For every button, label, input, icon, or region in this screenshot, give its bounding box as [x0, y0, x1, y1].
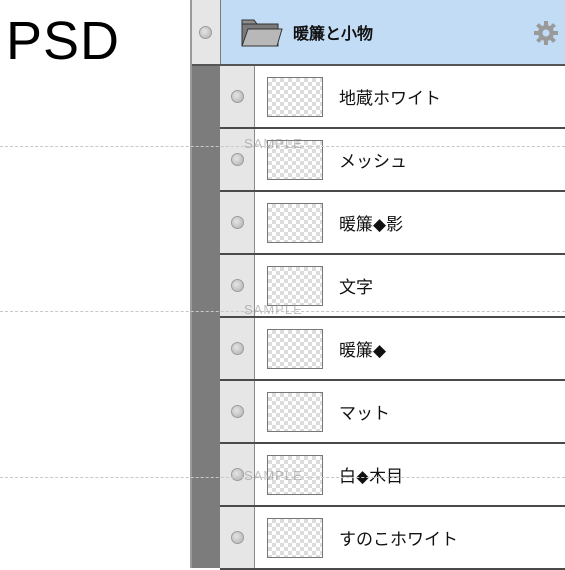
layer-thumbnail: [267, 202, 323, 243]
visibility-toggle[interactable]: [220, 192, 255, 253]
visibility-toggle[interactable]: [220, 318, 255, 379]
visibility-toggle[interactable]: [220, 66, 255, 127]
layer-name: メッシュ: [339, 152, 407, 172]
guide-line: [0, 146, 565, 147]
guide-line: [0, 311, 565, 312]
folder-icon: [241, 19, 283, 47]
visibility-dot-icon: [230, 153, 244, 166]
layer-name: 白◆木目: [339, 467, 404, 487]
layer-name: すのこホワイト: [339, 530, 458, 550]
layer-name: 文字: [339, 278, 373, 298]
visibility-toggle[interactable]: [220, 444, 255, 505]
layer-thumbnail: [267, 76, 323, 117]
visibility-dot-icon: [230, 405, 244, 418]
layer-thumbnail: [267, 517, 323, 558]
layer-group-row[interactable]: 暖簾と小物: [190, 0, 565, 66]
layer-thumbnail: [267, 328, 323, 369]
visibility-toggle[interactable]: [220, 507, 255, 568]
format-label: PSD: [6, 11, 121, 71]
layer-row[interactable]: 暖簾◆: [220, 318, 565, 381]
visibility-dot-icon: [230, 216, 244, 229]
visibility-dot-icon: [198, 25, 212, 39]
layer-row[interactable]: 白◆木目: [220, 444, 565, 507]
visibility-toggle[interactable]: [220, 381, 255, 442]
visibility-dot-icon: [230, 342, 244, 355]
guide-line: [0, 477, 565, 478]
group-header[interactable]: 暖簾と小物: [221, 0, 565, 64]
preview-area: PSD: [0, 0, 190, 568]
layer-name: 暖簾◆影: [339, 215, 404, 235]
visibility-dot-icon: [230, 531, 244, 544]
layer-thumbnail: [267, 265, 323, 306]
layer-thumbnail: [267, 454, 323, 495]
layer-row[interactable]: 暖簾◆影: [220, 192, 565, 255]
visibility-dot-icon: [230, 90, 244, 103]
layer-row[interactable]: メッシュ: [220, 129, 565, 192]
visibility-dot-icon: [230, 468, 244, 481]
layer-row[interactable]: すのこホワイト: [220, 507, 565, 570]
group-name: 暖簾と小物: [293, 24, 374, 43]
layers-panel: 暖簾と小物 地蔵ホワイト メッシュ 暖簾◆影 文字 暖簾◆ マット 白◆木目 す…: [190, 0, 565, 570]
layer-thumbnail: [267, 391, 323, 432]
layer-name: 地蔵ホワイト: [339, 89, 441, 109]
panel-divider: [190, 0, 192, 568]
layer-row[interactable]: 地蔵ホワイト: [220, 66, 565, 129]
visibility-toggle[interactable]: [190, 0, 221, 64]
layer-name: マット: [339, 404, 390, 424]
visibility-toggle[interactable]: [220, 129, 255, 190]
layer-row[interactable]: マット: [220, 381, 565, 444]
gear-icon[interactable]: [533, 20, 559, 46]
layer-name: 暖簾◆: [339, 341, 387, 361]
visibility-toggle[interactable]: [220, 255, 255, 316]
layer-row[interactable]: 文字: [220, 255, 565, 318]
visibility-dot-icon: [230, 279, 244, 292]
